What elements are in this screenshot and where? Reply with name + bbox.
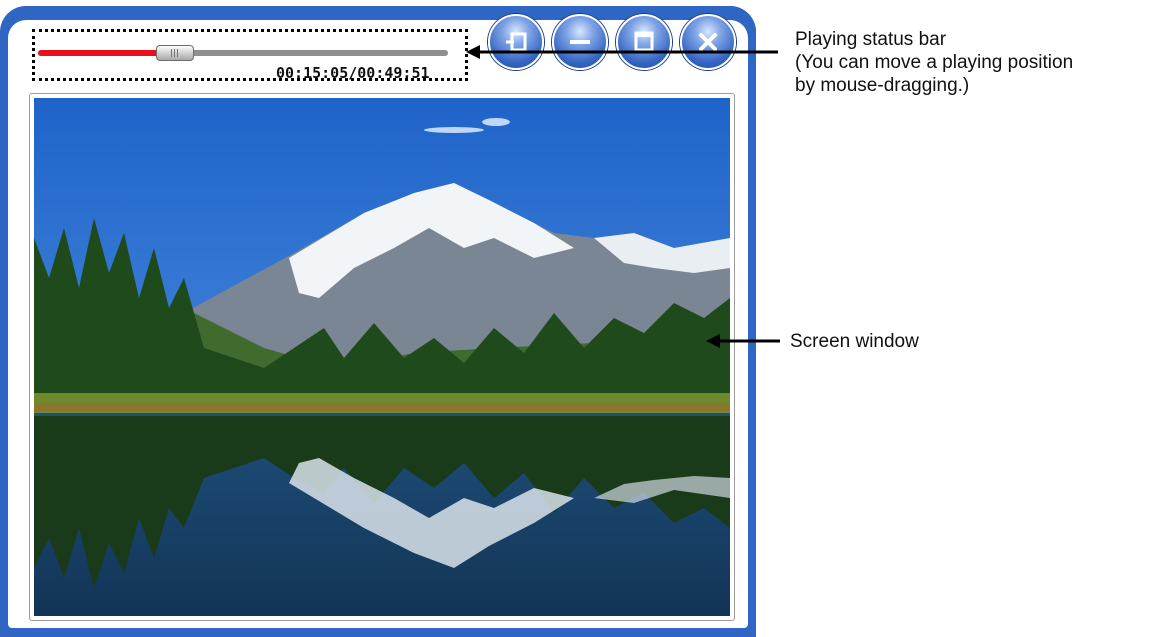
player-window: 00:15:05/00:49:51: [0, 0, 756, 637]
status-bar-callout-line2: (You can move a playing position: [795, 52, 1074, 73]
status-bar-highlight: [32, 29, 468, 81]
status-bar-callout-line1: Playing status bar: [795, 29, 947, 50]
screen-callout-line1: Screen window: [790, 331, 919, 352]
screen-window: [29, 93, 735, 621]
screen-callout-arrow: [706, 334, 780, 348]
mountain-lake-landscape-image: [34, 98, 730, 616]
status-bar-callout: Playing status bar (You can move a playi…: [795, 28, 1073, 97]
status-bar-callout-line3: by mouse-dragging.): [795, 75, 970, 96]
screen-callout: Screen window: [790, 330, 919, 353]
status-bar-callout-arrow: [466, 45, 778, 59]
